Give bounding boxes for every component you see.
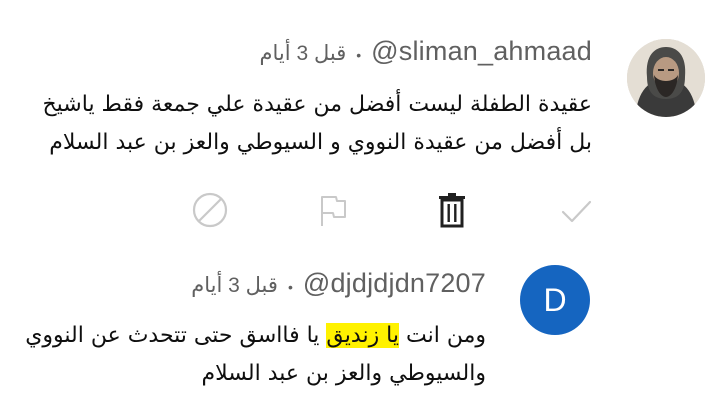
comment-text-line: بل أفضل من عقيدة النووي و السيوطي والعز … bbox=[49, 130, 592, 155]
comment-time: قبل 3 أيام bbox=[259, 42, 347, 65]
approve-button[interactable] bbox=[554, 189, 598, 233]
separator-dot: • bbox=[356, 47, 362, 63]
flag-icon bbox=[321, 196, 346, 226]
highlighted-text: يا زنديق bbox=[326, 323, 400, 348]
report-button[interactable] bbox=[310, 188, 354, 232]
comment-username[interactable]: @sliman_ahmaad bbox=[371, 36, 592, 67]
avatar-photo-image bbox=[627, 39, 705, 117]
separator-dot: • bbox=[287, 279, 293, 295]
comment-time: قبل 3 أيام bbox=[191, 274, 278, 297]
comment-text-line: عقيدة الطفلة ليست أفضل من عقيدة علي جمعة… bbox=[42, 92, 592, 117]
comment-text-segment: يا فااسق حتى تتحدث عن النووي bbox=[25, 323, 327, 348]
check-icon bbox=[561, 200, 592, 223]
comment-username[interactable]: @djdjdjdn7207 bbox=[303, 268, 486, 299]
avatar[interactable]: D bbox=[520, 265, 590, 335]
comment-header: قبل 3 أيام • @sliman_ahmaad bbox=[260, 36, 592, 67]
delete-button[interactable] bbox=[430, 188, 474, 232]
hide-user-button[interactable] bbox=[188, 188, 232, 232]
block-icon bbox=[192, 192, 228, 228]
delete-icon bbox=[439, 193, 465, 228]
comment-text-line: ومن انت يا زنديق يا فااسق حتى تتحدث عن ا… bbox=[16, 317, 486, 355]
comment-text: ومن انت يا زنديق يا فااسق حتى تتحدث عن ا… bbox=[16, 317, 486, 393]
comment-text-line: والسيوطي والعز بن عبد السلام bbox=[201, 361, 486, 386]
avatar-letter: D bbox=[543, 281, 567, 318]
comment-header: قبل 3 أيام • @djdjdjdn7207 bbox=[191, 268, 486, 299]
comment-text-segment: ومن انت bbox=[399, 323, 486, 348]
avatar[interactable] bbox=[627, 39, 705, 117]
comment-text: عقيدة الطفلة ليست أفضل من عقيدة علي جمعة… bbox=[12, 86, 592, 162]
